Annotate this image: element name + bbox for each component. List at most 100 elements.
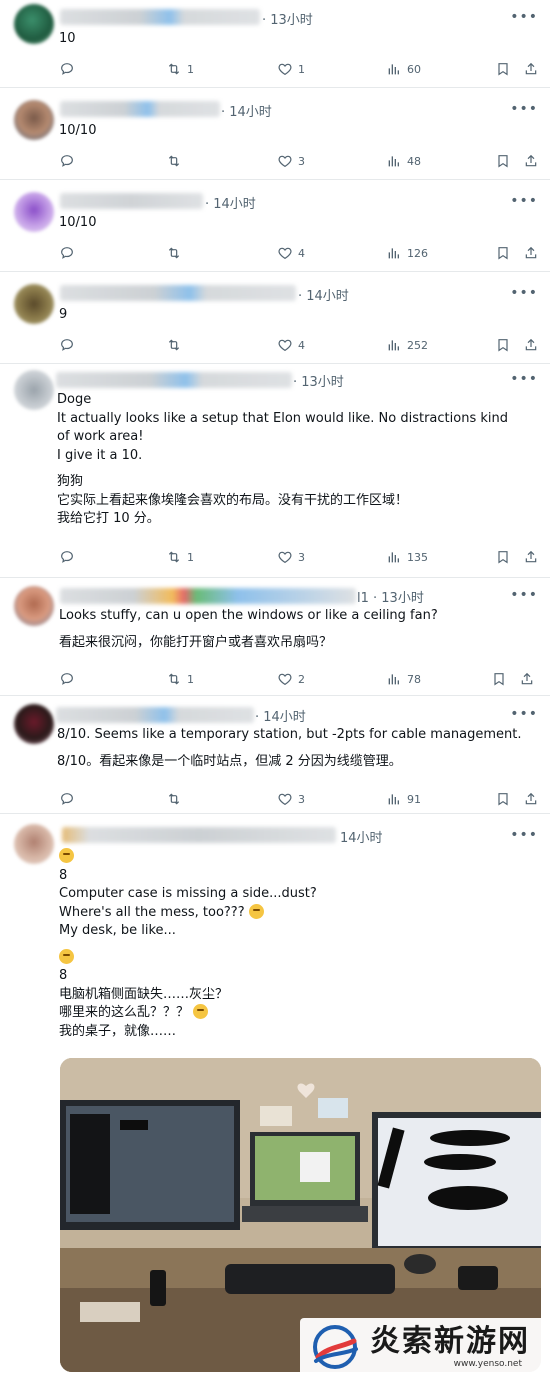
like-button[interactable]: 4 xyxy=(277,335,305,355)
reply-icon xyxy=(59,549,75,565)
rofl-emoji-icon xyxy=(193,1004,209,1019)
more-options-icon[interactable]: ••• xyxy=(510,9,538,25)
more-options-icon[interactable]: ••• xyxy=(510,193,538,209)
bookmark-icon xyxy=(495,337,511,353)
bookmark-button[interactable] xyxy=(495,151,511,171)
like-button[interactable]: 3 xyxy=(277,789,305,809)
timestamp[interactable]: · 14小时 xyxy=(298,285,349,304)
reply-card[interactable]: · 14小时 ••• 10/10 3 48 xyxy=(0,88,550,180)
avatar[interactable] xyxy=(14,100,54,140)
action-bar: 3 91 xyxy=(59,789,538,809)
timestamp[interactable]: · 13小时 xyxy=(262,9,313,28)
avatar[interactable] xyxy=(14,4,54,44)
views-button[interactable]: 60 xyxy=(386,59,421,79)
repost-icon xyxy=(166,245,182,261)
reply-button[interactable] xyxy=(59,669,80,689)
timestamp[interactable]: l1 · 13小时 xyxy=(357,587,424,606)
repost-icon xyxy=(166,61,182,77)
share-button[interactable] xyxy=(523,547,539,567)
timestamp[interactable]: · 13小时 xyxy=(293,371,344,390)
views-icon xyxy=(386,153,402,169)
reply-button[interactable] xyxy=(59,789,80,809)
timestamp[interactable]: · 14小时 xyxy=(255,706,306,725)
bookmark-button[interactable] xyxy=(495,243,511,263)
more-options-icon[interactable]: ••• xyxy=(510,371,538,387)
more-options-icon[interactable]: ••• xyxy=(510,101,538,117)
share-button[interactable] xyxy=(519,669,535,689)
reply-card[interactable]: · 14小时 ••• 9 4 252 xyxy=(0,272,550,364)
views-button[interactable]: 126 xyxy=(386,243,428,263)
views-button[interactable]: 252 xyxy=(386,335,428,355)
bookmark-button[interactable] xyxy=(495,789,511,809)
heart-icon xyxy=(277,61,293,77)
reply-text: Looks stuffy, can u open the windows or … xyxy=(59,608,438,650)
username-blurred xyxy=(56,372,292,388)
bookmark-button[interactable] xyxy=(495,59,511,79)
brand-logo-icon xyxy=(313,1325,358,1369)
views-button[interactable]: 135 xyxy=(386,547,428,567)
repost-button[interactable]: 1 xyxy=(166,547,194,567)
thinking-face-emoji-icon xyxy=(59,948,74,964)
username-blurred xyxy=(60,193,203,209)
bookmark-icon xyxy=(495,549,511,565)
reply-icon xyxy=(59,153,75,169)
repost-button[interactable] xyxy=(166,243,187,263)
reply-card[interactable]: · 13小时 ••• Doge It actually looks like a… xyxy=(0,364,550,578)
username-blurred xyxy=(60,285,296,301)
watermark-url: www.yenso.net xyxy=(453,1359,522,1369)
more-options-icon[interactable]: ••• xyxy=(510,285,538,301)
avatar[interactable] xyxy=(14,704,54,744)
reply-button[interactable] xyxy=(59,335,80,355)
repost-button[interactable] xyxy=(166,335,187,355)
share-button[interactable] xyxy=(523,335,539,355)
reply-text: 8 Computer case is missing a side...dust… xyxy=(59,848,520,1041)
reply-button[interactable] xyxy=(59,151,80,171)
timestamp[interactable]: · 14小时 xyxy=(221,101,272,120)
share-icon xyxy=(523,337,539,353)
bookmark-button[interactable] xyxy=(495,335,511,355)
username-blurred xyxy=(56,707,254,723)
reply-card[interactable]: l1 · 13小时 ••• Looks stuffy, can u open t… xyxy=(0,578,550,696)
bookmark-button[interactable] xyxy=(495,547,511,567)
reply-text: 10/10 xyxy=(59,123,97,138)
reply-button[interactable] xyxy=(59,243,80,263)
watermark: 炎索新游网 www.yenso.net xyxy=(300,1318,545,1376)
like-button[interactable]: 3 xyxy=(277,151,305,171)
like-button[interactable]: 2 xyxy=(277,669,305,689)
repost-button[interactable]: 1 xyxy=(166,669,194,689)
share-button[interactable] xyxy=(523,151,539,171)
share-button[interactable] xyxy=(523,59,539,79)
share-button[interactable] xyxy=(523,789,539,809)
timestamp[interactable]: · 14小时 xyxy=(205,193,256,212)
more-options-icon[interactable]: ••• xyxy=(510,587,538,603)
reply-button[interactable] xyxy=(59,547,80,567)
share-button[interactable] xyxy=(523,243,539,263)
reply-icon xyxy=(59,337,75,353)
more-options-icon[interactable]: ••• xyxy=(510,706,538,722)
avatar[interactable] xyxy=(14,824,54,864)
repost-button[interactable]: 1 xyxy=(166,59,194,79)
reply-card[interactable]: · 13小时 ••• 10 1 1 60 xyxy=(0,0,550,88)
reply-button[interactable] xyxy=(59,59,80,79)
like-button[interactable]: 4 xyxy=(277,243,305,263)
action-bar: 4 252 xyxy=(59,335,538,355)
bookmark-button[interactable] xyxy=(491,669,507,689)
more-options-icon[interactable]: ••• xyxy=(510,827,538,843)
views-button[interactable]: 48 xyxy=(386,151,421,171)
repost-button[interactable] xyxy=(166,789,187,809)
views-button[interactable]: 78 xyxy=(386,669,421,689)
like-button[interactable]: 3 xyxy=(277,547,305,567)
avatar[interactable] xyxy=(14,370,54,410)
views-button[interactable]: 91 xyxy=(386,789,421,809)
repost-button[interactable] xyxy=(166,151,187,171)
share-icon xyxy=(523,549,539,565)
avatar[interactable] xyxy=(14,586,54,626)
avatar[interactable] xyxy=(14,192,54,232)
timestamp[interactable]: 14小时 xyxy=(340,827,383,846)
avatar[interactable] xyxy=(14,284,54,324)
reply-card[interactable]: · 14小时 ••• 10/10 4 126 xyxy=(0,180,550,272)
like-button[interactable]: 1 xyxy=(277,59,305,79)
reply-text: Doge It actually looks like a setup that… xyxy=(57,392,513,526)
reply-card[interactable]: · 14小时 ••• 8/10. Seems like a temporary … xyxy=(0,696,550,814)
rofl-emoji-icon xyxy=(248,903,264,919)
